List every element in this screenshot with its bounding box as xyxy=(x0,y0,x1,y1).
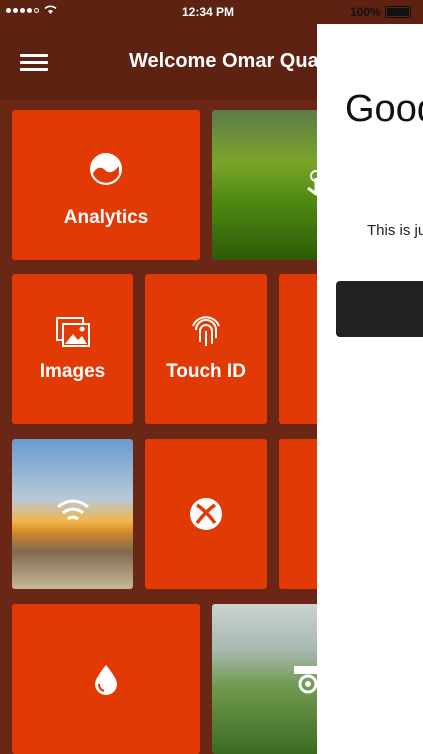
sunset-photo-tile[interactable] xyxy=(12,439,133,589)
images-tile[interactable]: Images xyxy=(12,274,133,424)
xbox-tile[interactable] xyxy=(145,439,267,589)
partial-tile-row2[interactable] xyxy=(279,274,317,424)
tile-grid: Analytics Images Touch ID xyxy=(0,100,317,754)
wifi-status-icon xyxy=(44,5,57,14)
analytics-label: Analytics xyxy=(63,207,149,228)
tea-field-photo-tile[interactable] xyxy=(212,604,317,754)
signal-indicator xyxy=(6,5,57,15)
hamburger-menu-icon[interactable] xyxy=(20,54,48,72)
touch-id-tile[interactable]: Touch ID xyxy=(145,274,267,424)
partial-tile-row3[interactable] xyxy=(279,439,317,589)
side-panel-heading: Good xyxy=(345,88,423,130)
xbox-icon xyxy=(190,498,222,530)
touch-gesture-icon xyxy=(307,170,317,196)
touch-id-label: Touch ID xyxy=(166,361,246,382)
status-time: 12:34 PM xyxy=(182,5,235,19)
analytics-tile[interactable]: Analytics xyxy=(12,110,200,260)
fingerprint-icon xyxy=(192,316,220,346)
side-panel: Good This is ju xyxy=(317,24,423,754)
side-panel-text: This is ju xyxy=(367,222,423,239)
images-label: Images xyxy=(39,361,106,382)
analytics-icon xyxy=(90,153,122,185)
signal-strength-icon xyxy=(6,7,39,13)
battery-percent: 100% xyxy=(350,5,381,19)
battery-icon xyxy=(384,6,411,18)
images-icon xyxy=(55,317,90,347)
wifi-icon xyxy=(56,499,89,521)
side-panel-button[interactable] xyxy=(336,281,423,337)
water-drop-tile[interactable] xyxy=(12,604,200,754)
water-drop-icon xyxy=(95,665,117,695)
landscape-photo-tile[interactable] xyxy=(212,110,317,260)
app-header: Welcome Omar Quaresma xyxy=(0,24,378,100)
status-bar: 12:34 PM 100% xyxy=(0,0,423,24)
camera-icon xyxy=(294,666,317,694)
battery-indicator: 100% xyxy=(350,5,411,19)
